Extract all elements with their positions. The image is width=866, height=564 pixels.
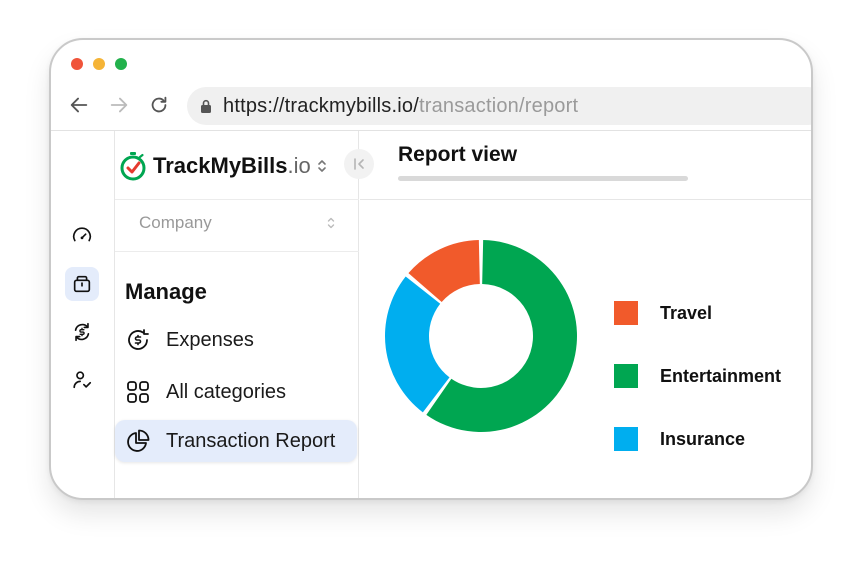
main-content: Report view Travel Entertainment Insuran… [360,131,811,498]
forward-button[interactable] [107,93,131,117]
menu-item-expenses[interactable]: Expenses [115,319,357,361]
company-select-label: Company [139,213,212,232]
lock-icon [201,99,211,113]
company-select[interactable]: Company [139,213,335,233]
legend-label-travel: Travel [660,302,713,323]
user-check-icon [73,371,92,389]
window-controls [71,58,127,70]
pie-chart-icon [127,429,150,452]
section-title-manage: Manage [125,279,207,304]
brand-tld: .io [287,153,311,178]
legend-swatch-travel [614,301,638,325]
rail-wallet[interactable] [65,267,99,301]
rail-transactions[interactable] [65,315,99,349]
url-text: https://trackmybills.io/transaction/repo… [223,95,578,118]
rail-users[interactable] [65,363,99,397]
maximize-window-button[interactable] [115,58,127,70]
address-bar[interactable]: https://trackmybills.io/transaction/repo… [187,87,811,125]
reload-button[interactable] [147,93,171,117]
donut-chart [385,240,577,432]
arrow-left-icon [70,97,88,113]
menu-item-transaction-report[interactable]: Transaction Report [115,420,357,462]
menu-item-label: Transaction Report [166,429,336,452]
menu-item-label: All categories [166,380,287,403]
legend-label-entertainment: Entertainment [660,365,782,386]
menu-item-all-categories[interactable]: All categories [115,371,357,413]
chevron-updown-icon [317,160,326,172]
main-header: Report view [360,131,811,200]
url-host: https://trackmybills.io/ [223,94,419,117]
legend-item-insurance: Insurance [614,427,745,451]
dollar-cycle-icon [74,322,90,342]
grid-icon [127,381,149,403]
legend-swatch-entertainment [614,364,638,388]
menu-item-label: Expenses [166,328,254,351]
dollar-refresh-icon [128,329,149,350]
rail-dashboard[interactable] [65,219,99,253]
page-title: Report view [398,143,518,166]
url-path: transaction/report [418,94,579,117]
arrow-right-icon [110,97,128,113]
back-button[interactable] [67,93,91,117]
company-divider [115,251,359,252]
minimize-window-button[interactable] [93,58,105,70]
legend-item-entertainment: Entertainment [614,364,781,388]
brand-divider [115,199,359,200]
sidebar-panel: TrackMyBills .io Company Manage Expenses … [115,131,374,498]
legend-swatch-insurance [614,427,638,451]
close-window-button[interactable] [71,58,83,70]
icon-rail [51,131,115,498]
chevron-updown-icon [327,217,335,229]
wallet-icon [73,275,91,293]
stopwatch-logo-icon [120,152,146,181]
speedometer-icon [72,227,92,242]
title-underline [398,176,688,181]
brand-name: TrackMyBills [153,153,288,178]
reload-icon [151,96,167,113]
legend-label-insurance: Insurance [660,428,746,449]
legend-item-travel: Travel [614,301,712,325]
brand[interactable]: TrackMyBills .io [119,151,327,181]
browser-window: https://trackmybills.io/transaction/repo… [49,38,813,500]
